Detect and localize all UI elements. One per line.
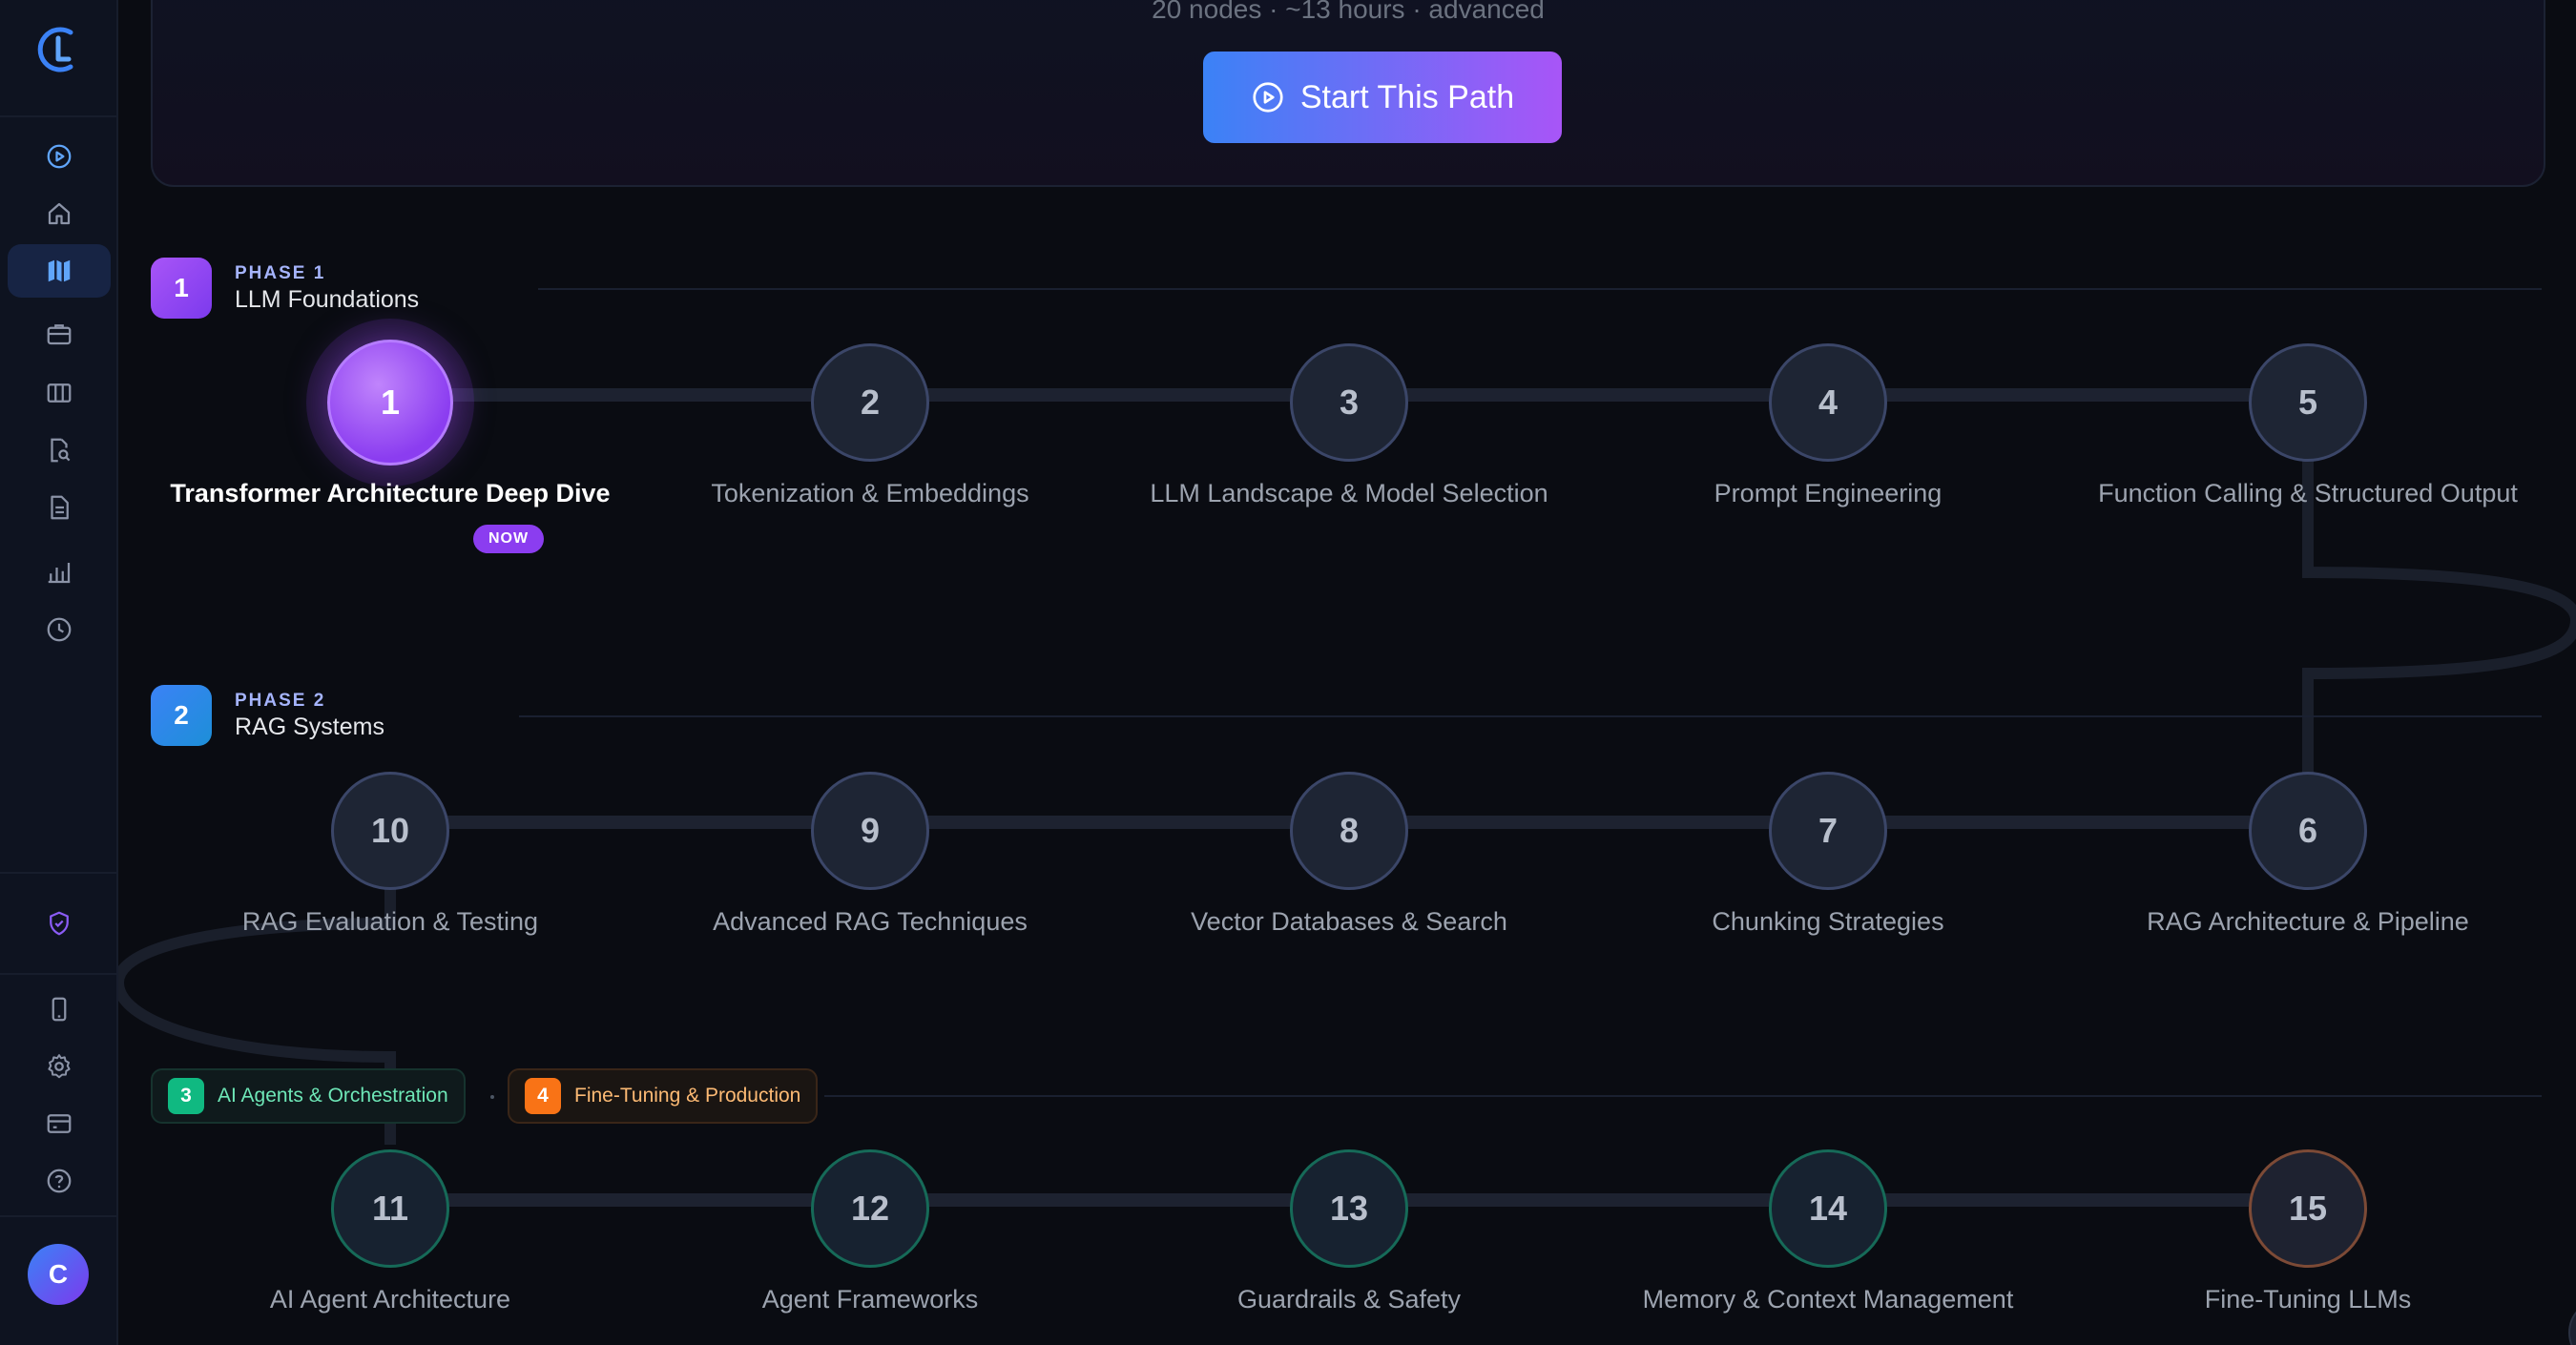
sidebar-item-billing[interactable]	[8, 1097, 111, 1150]
sidebar-item-documents[interactable]	[8, 481, 111, 534]
start-path-label: Start This Path	[1299, 78, 1515, 115]
node-8-label: Vector Databases & Search	[1191, 907, 1507, 936]
app-logo-icon[interactable]	[32, 23, 86, 76]
phase-3-chip[interactable]: 3 AI Agents & Orchestration	[151, 1068, 466, 1124]
sidebar-divider	[0, 872, 118, 874]
node-9-label: Advanced RAG Techniques	[713, 907, 1028, 936]
path-meta: 20 nodes · ~13 hours · advanced	[1152, 0, 1545, 24]
node-15-label: Fine-Tuning LLMs	[2204, 1285, 2412, 1314]
phase-1-badge: 1	[151, 258, 212, 319]
document-icon	[51, 495, 69, 520]
node-7-label: Chunking Strategies	[1712, 907, 1944, 936]
play-circle-icon	[47, 144, 72, 169]
bar-chart-icon	[48, 563, 71, 584]
phase-4-chip-number: 4	[525, 1078, 561, 1114]
now-badge: NOW	[473, 525, 544, 553]
node-7[interactable]: 7	[1769, 772, 1887, 890]
node-2-label: Tokenization & Embeddings	[711, 479, 1029, 507]
learning-path-view: 20 nodes · ~13 hours · advanced Start Th…	[118, 0, 2576, 1345]
phase-2-rule	[519, 715, 2542, 717]
sidebar-item-jobs[interactable]	[8, 307, 111, 361]
start-path-button[interactable]: Start This Path	[1203, 52, 1562, 143]
phase-1-name: LLM Foundations	[235, 286, 420, 313]
phase-3-chip-name: AI Agents & Orchestration	[218, 1085, 448, 1107]
sidebar-item-play[interactable]	[8, 130, 111, 183]
home-icon	[48, 202, 71, 225]
phase-4-chip-name: Fine-Tuning & Production	[574, 1085, 801, 1107]
phase-2-badge: 2	[151, 685, 212, 746]
node-14[interactable]: 14	[1769, 1149, 1887, 1268]
node-6[interactable]: 6	[2249, 772, 2367, 890]
node-10[interactable]: 10	[331, 772, 449, 890]
node-4[interactable]: 4	[1769, 343, 1887, 462]
path-connectors	[118, 388, 2576, 1207]
phase-3-rule	[824, 1095, 2542, 1097]
node-9[interactable]: 9	[811, 772, 929, 890]
phase-4-chip[interactable]: 4 Fine-Tuning & Production	[508, 1068, 819, 1124]
sidebar: C	[0, 0, 118, 1345]
credit-card-icon	[47, 1114, 72, 1133]
node-11[interactable]: 11	[331, 1149, 449, 1268]
chip-separator	[490, 1095, 494, 1099]
sidebar-item-roadmap[interactable]	[8, 244, 111, 298]
node-13-label: Guardrails & Safety	[1236, 1285, 1462, 1314]
node-5-label: Function Calling & Structured Output	[2098, 479, 2518, 507]
node-12[interactable]: 12	[811, 1149, 929, 1268]
phase-1-rule	[538, 288, 2542, 290]
phase-3-chip-number: 3	[168, 1078, 204, 1114]
sidebar-divider	[0, 115, 118, 117]
node-1[interactable]: 1	[327, 340, 453, 466]
node-6-label: RAG Architecture & Pipeline	[2147, 907, 2469, 936]
shield-check-icon	[50, 911, 69, 936]
sidebar-item-mobile[interactable]	[8, 983, 111, 1036]
roadmap-icon	[48, 259, 71, 282]
sidebar-item-research[interactable]	[8, 424, 111, 477]
node-3-label: LLM Landscape & Model Selection	[1150, 479, 1548, 507]
node-10-label: RAG Evaluation & Testing	[241, 907, 539, 936]
sidebar-item-settings[interactable]	[8, 1040, 111, 1093]
help-circle-icon	[47, 1169, 72, 1193]
node-12-label: Agent Frameworks	[761, 1285, 979, 1314]
user-avatar[interactable]: C	[28, 1244, 89, 1305]
node-3[interactable]: 3	[1290, 343, 1408, 462]
sidebar-item-help[interactable]	[8, 1154, 111, 1208]
sidebar-item-home[interactable]	[8, 187, 111, 240]
sidebar-item-analytics[interactable]	[8, 546, 111, 599]
phase-2-name: RAG Systems	[235, 714, 384, 740]
sidebar-item-board[interactable]	[8, 366, 111, 420]
node-1-label: Transformer Architecture Deep Dive	[170, 479, 611, 507]
search-document-icon	[51, 438, 71, 463]
node-8[interactable]: 8	[1290, 772, 1408, 890]
sidebar-item-admin[interactable]	[8, 897, 111, 950]
node-13[interactable]: 13	[1290, 1149, 1408, 1268]
columns-icon	[47, 383, 72, 403]
sidebar-item-history[interactable]	[8, 603, 111, 656]
node-5[interactable]: 5	[2249, 343, 2367, 462]
sidebar-divider	[0, 973, 118, 975]
phase-2-label: PHASE 2	[235, 691, 326, 711]
node-15[interactable]: 15	[2249, 1149, 2367, 1268]
gear-icon	[48, 1054, 71, 1079]
sidebar-divider	[0, 1215, 118, 1217]
node-11-label: AI Agent Architecture	[269, 1285, 511, 1314]
clock-icon	[47, 617, 72, 642]
mobile-icon	[52, 997, 67, 1022]
node-2[interactable]: 2	[811, 343, 929, 462]
phase-1-label: PHASE 1	[235, 263, 326, 283]
path-hero-card: 20 nodes · ~13 hours · advanced Start Th…	[151, 0, 2545, 187]
node-4-label: Prompt Engineering	[1714, 479, 1942, 507]
node-14-label: Memory & Context Management	[1642, 1285, 2014, 1314]
play-circle-icon	[1253, 82, 1283, 113]
briefcase-icon	[47, 324, 72, 345]
